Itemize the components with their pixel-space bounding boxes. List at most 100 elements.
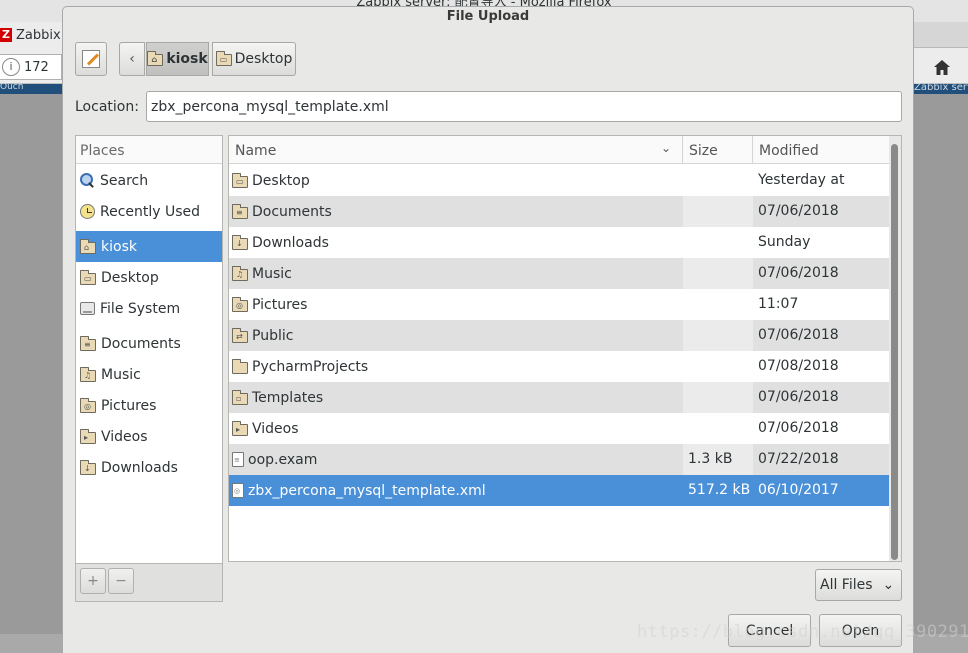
file-name: Documents: [252, 203, 332, 220]
place-label: Search: [100, 172, 149, 189]
videos-folder-icon: ▸: [232, 420, 248, 436]
location-label: Location:: [75, 99, 139, 115]
templates-folder-icon: ▫: [232, 389, 248, 405]
file-row[interactable]: PycharmProjects 07/08/2018: [229, 351, 889, 382]
file-type-filter[interactable]: All Files ⌄: [815, 569, 902, 601]
file-list-scrollbar[interactable]: [889, 136, 901, 561]
drive-icon: [80, 302, 95, 315]
chevron-left-icon: ‹: [129, 51, 135, 67]
place-label: File System: [100, 300, 181, 317]
desktop-folder-icon: ▭: [232, 172, 248, 188]
add-bookmark-button[interactable]: +: [80, 568, 106, 594]
place-label: Music: [101, 366, 141, 383]
breadcrumb-kiosk[interactable]: ⌂ kiosk: [146, 42, 209, 76]
size-cell-bg: [683, 258, 753, 289]
size-cell-bg: [683, 320, 753, 351]
file-row-selected[interactable]: ◎ zbx_percona_mysql_template.xml 517.2 kB…: [229, 475, 889, 506]
place-label: Videos: [101, 428, 148, 445]
location-input[interactable]: [146, 91, 902, 122]
browser-url-text: 172: [24, 59, 49, 75]
column-header-modified[interactable]: Modified: [753, 136, 889, 164]
file-row[interactable]: ≡ oop.exam 1.3 kB 07/22/2018: [229, 444, 889, 475]
chevron-down-icon: ⌄: [882, 577, 895, 593]
file-row[interactable]: ▫ Templates 07/06/2018: [229, 382, 889, 413]
file-list-header: Name ⌄ Size Modified: [229, 136, 889, 164]
file-row[interactable]: ↓ Downloads Sunday: [229, 227, 889, 258]
place-kiosk[interactable]: ⌂ kiosk: [76, 231, 222, 262]
file-name: Videos: [252, 420, 299, 437]
file-name: Downloads: [252, 234, 329, 251]
place-file-system[interactable]: File System: [76, 293, 222, 324]
place-label: Desktop: [101, 269, 159, 286]
search-icon: [80, 173, 95, 188]
place-music[interactable]: ♫ Music: [76, 359, 222, 390]
column-header-size[interactable]: Size: [683, 136, 753, 164]
home-folder-icon: ⌂: [147, 51, 164, 66]
type-location-button[interactable]: [75, 42, 107, 76]
info-icon[interactable]: i: [2, 58, 20, 76]
home-folder-icon: ⌂: [80, 238, 96, 254]
place-desktop[interactable]: ▭ Desktop: [76, 262, 222, 293]
sort-chevron-down-icon: ⌄: [661, 141, 672, 155]
file-name: Music: [252, 265, 292, 282]
scrollbar-thumb[interactable]: [891, 144, 898, 560]
folder-icon: [232, 358, 248, 374]
place-recently-used[interactable]: Recently Used: [76, 196, 222, 227]
column-header-name[interactable]: Name ⌄: [229, 136, 683, 164]
place-documents[interactable]: ≡ Documents: [76, 328, 222, 359]
place-label: Recently Used: [100, 203, 201, 220]
downloads-folder-icon: ↓: [80, 459, 96, 475]
breadcrumb-label: Desktop: [234, 51, 293, 67]
music-folder-icon: ♫: [232, 265, 248, 281]
recent-icon: [80, 204, 95, 219]
place-videos[interactable]: ▸ Videos: [76, 421, 222, 452]
zabbix-logo-icon: Z: [0, 28, 12, 42]
size-cell-bg: [683, 196, 753, 227]
file-modified: 06/10/2017: [758, 482, 839, 498]
file-name: oop.exam: [248, 451, 318, 468]
file-name: zbx_percona_mysql_template.xml: [248, 482, 486, 499]
size-cell-bg: [683, 351, 753, 382]
size-cell-bg: [683, 227, 753, 258]
place-label: kiosk: [101, 238, 137, 255]
size-cell-bg: [683, 289, 753, 320]
file-row[interactable]: ♫ Music 07/06/2018: [229, 258, 889, 289]
path-back-button[interactable]: ‹: [119, 42, 145, 76]
home-icon: [934, 59, 950, 75]
file-row[interactable]: ◎ Pictures 11:07: [229, 289, 889, 320]
file-name: Desktop: [252, 172, 310, 189]
place-pictures[interactable]: ◎ Pictures: [76, 390, 222, 421]
documents-folder-icon: ≡: [80, 335, 96, 351]
place-label: Documents: [101, 335, 181, 352]
browser-tab[interactable]: Z Zabbix: [0, 22, 62, 48]
browser-url-bar[interactable]: i 172: [0, 54, 62, 80]
file-modified: 07/06/2018: [758, 420, 839, 436]
remove-bookmark-button[interactable]: −: [108, 568, 134, 594]
home-button[interactable]: [926, 54, 958, 80]
edit-icon: [82, 50, 100, 68]
page-header-text-right: Zabbix serv: [914, 82, 968, 93]
text-file-icon: ≡: [232, 452, 244, 467]
file-modified: Sunday: [758, 234, 811, 250]
file-row[interactable]: ▸ Videos 07/06/2018: [229, 413, 889, 444]
file-modified: 07/06/2018: [758, 327, 839, 343]
size-cell-bg: [683, 165, 753, 196]
file-row[interactable]: ▭Desktop Yesterday at 18:15: [229, 165, 889, 219]
music-folder-icon: ♫: [80, 366, 96, 382]
file-upload-dialog: File Upload ‹ ⌂ kiosk ▭ Desktop Location…: [62, 6, 914, 653]
places-header: Places: [76, 136, 222, 164]
file-list: Name ⌄ Size Modified ▭ Desktop Yesterday a…: [228, 135, 902, 562]
file-name: PycharmProjects: [252, 358, 369, 375]
filter-value: All Files: [820, 577, 873, 593]
file-name: Pictures: [252, 296, 308, 313]
page-header-text-left: Ouch: [0, 82, 24, 92]
dialog-title: File Upload: [446, 9, 530, 24]
file-name: Public: [252, 327, 294, 344]
file-modified: 07/06/2018: [758, 203, 839, 219]
file-row[interactable]: ≡ Documents 07/06/2018: [229, 196, 889, 227]
file-row[interactable]: ⇄ Public 07/06/2018: [229, 320, 889, 351]
documents-folder-icon: ≡: [232, 203, 248, 219]
place-downloads[interactable]: ↓ Downloads: [76, 452, 222, 483]
place-search[interactable]: Search: [76, 165, 222, 196]
breadcrumb-desktop[interactable]: ▭ Desktop: [212, 42, 296, 76]
